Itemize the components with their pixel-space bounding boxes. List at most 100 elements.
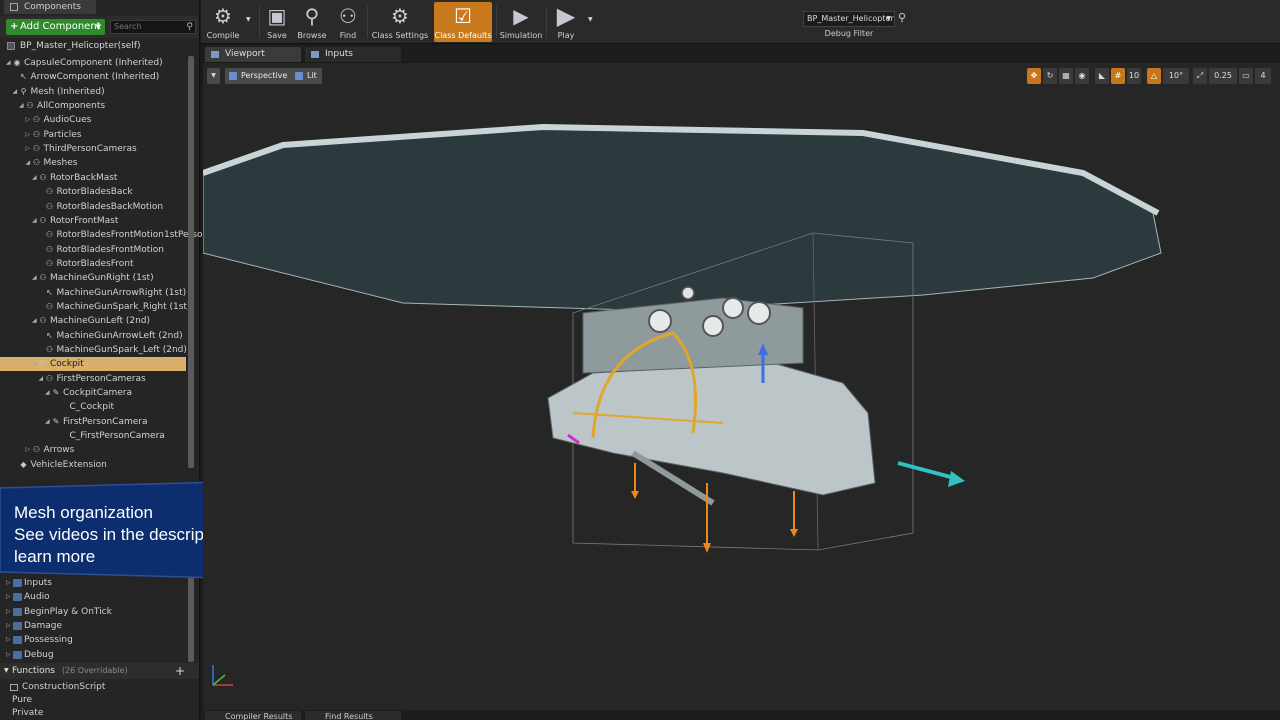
scale-tool-icon[interactable]: ▦ [1059, 68, 1073, 84]
browse-button[interactable]: ⚲ Browse [294, 2, 330, 42]
tree-item[interactable]: ↖ MachineGunArrowLeft (2nd) [0, 329, 186, 343]
collapsed-arrow-icon[interactable]: ▷ [6, 648, 11, 662]
expanded-arrow-icon[interactable]: ◢ [6, 56, 12, 70]
event-list-scrollbar[interactable] [188, 570, 194, 662]
find-button[interactable]: ⚇ Find [333, 2, 363, 42]
compile-options-button[interactable]: ▼ [244, 2, 256, 42]
expanded-arrow-icon[interactable]: ◢ [32, 357, 38, 371]
add-function-button[interactable]: + [175, 663, 185, 679]
tree-item[interactable]: ◢ ⚇ FirstPersonCameras [0, 372, 186, 386]
play-button[interactable]: ▶ Play [549, 2, 583, 42]
expanded-arrow-icon[interactable]: ◢ [45, 415, 51, 429]
camera-speed-icon[interactable]: ▭ [1239, 68, 1253, 84]
event-graph-item[interactable]: ▷ Damage [0, 619, 199, 633]
tree-item[interactable]: C_FirstPersonCamera [0, 429, 186, 443]
tree-item[interactable]: ⚇ RotorBladesFrontMotion1stPerson [0, 228, 208, 242]
tree-item[interactable]: ▷ ⚇ Arrows [0, 443, 186, 457]
tree-item[interactable]: ◢ ◉ CapsuleComponent (Inherited) [0, 56, 186, 70]
event-graph-item[interactable]: ▷ Audio [0, 590, 199, 604]
perspective-button[interactable]: Perspective [225, 68, 293, 84]
translate-tool-icon[interactable]: ✥ [1027, 68, 1041, 84]
self-component-row[interactable]: BP_Master_Helicopter(self) [0, 38, 199, 54]
camera-speed-value[interactable]: 4 [1255, 68, 1271, 84]
expanded-arrow-icon[interactable]: ◢ [32, 171, 38, 185]
expanded-arrow-icon[interactable]: ◢ [13, 85, 19, 99]
tree-item[interactable]: ◢ ✎ CockpitCamera [0, 386, 186, 400]
components-tab[interactable]: Components [4, 0, 96, 14]
tree-item[interactable]: ⚇ MachineGunSpark_Right (1st) [0, 300, 191, 314]
rotation-snap-icon[interactable]: △ [1147, 68, 1161, 84]
tree-item[interactable]: C_Cockpit [0, 400, 186, 414]
rotate-tool-icon[interactable]: ↻ [1043, 68, 1057, 84]
tree-item[interactable]: ⚇ RotorBladesFront [0, 257, 186, 271]
tree-item[interactable]: ⚇ RotorBladesFrontMotion [0, 243, 186, 257]
tab-viewport[interactable]: Viewport [205, 47, 301, 62]
tree-item[interactable]: ◢ ⚇ Cockpit [0, 357, 186, 372]
play-options-button[interactable]: ▼ [586, 2, 598, 42]
viewport[interactable]: ▼ Perspective Lit ✥ ↻ ▦ ◉ ◣ # 10 △ 10° ⤢… [203, 63, 1280, 710]
function-item[interactable]: Pure [0, 694, 199, 707]
collapsed-arrow-icon[interactable]: ▷ [6, 605, 11, 619]
tab-compiler-results[interactable]: Compiler Results [205, 711, 301, 720]
expanded-arrow-icon[interactable]: ◢ [19, 99, 25, 113]
event-graph-item[interactable]: ▷ BeginPlay & OnTick [0, 605, 199, 619]
function-item[interactable]: Private [0, 707, 199, 720]
viewport-options-button[interactable]: ▼ [207, 68, 220, 84]
expanded-arrow-icon[interactable]: ◢ [45, 386, 51, 400]
scale-snap-value[interactable]: 0.25 [1209, 68, 1237, 84]
tree-item[interactable]: ◢ ✎ FirstPersonCamera [0, 415, 186, 429]
tree-item[interactable]: ◢ ⚇ RotorBackMast [0, 171, 186, 185]
grid-snap-value[interactable]: 10 [1127, 68, 1141, 84]
debug-object-select[interactable]: BP_Master_Helicopter ▼ [803, 11, 895, 27]
event-graph-item[interactable]: ▷ Possessing [0, 633, 199, 647]
world-local-icon[interactable]: ◉ [1075, 68, 1089, 84]
lit-icon [295, 72, 303, 80]
surface-snap-icon[interactable]: ◣ [1095, 68, 1109, 84]
tab-inputs[interactable]: Inputs [305, 47, 401, 62]
functions-header[interactable]: ▼ Functions (26 Overridable) + [0, 663, 199, 679]
class-defaults-button[interactable]: ☑ Class Defaults [434, 2, 492, 42]
expanded-arrow-icon[interactable]: ◢ [32, 214, 38, 228]
rotation-snap-value[interactable]: 10° [1163, 68, 1189, 84]
collapsed-arrow-icon[interactable]: ▷ [6, 590, 11, 604]
component-search-input[interactable]: Search ⚲ [110, 20, 196, 34]
tree-item[interactable]: ↖ ArrowComponent (Inherited) [0, 70, 186, 84]
tree-item[interactable]: ◢ ⚇ RotorFrontMast [0, 214, 186, 228]
class-settings-button[interactable]: ⚙ Class Settings [370, 2, 430, 42]
tree-item[interactable]: ▷ ⚇ AudioCues [0, 113, 186, 127]
simulation-button[interactable]: ▶ Simulation [499, 2, 543, 42]
tree-item[interactable]: ⚇ RotorBladesBack [0, 185, 186, 199]
tree-item[interactable]: ▷ ⚇ Particles [0, 128, 186, 142]
tab-find-results[interactable]: Find Results [305, 711, 401, 720]
collapsed-arrow-icon[interactable]: ▷ [26, 443, 32, 457]
collapsed-arrow-icon[interactable]: ▷ [6, 633, 11, 647]
tree-item[interactable]: ◢ ⚇ AllComponents [0, 99, 186, 113]
tree-item[interactable]: ▷ ⚇ ThirdPersonCameras [0, 142, 186, 156]
compile-button[interactable]: ⚙ Compile [203, 2, 243, 42]
tree-item[interactable]: ⚇ RotorBladesBackMotion [0, 200, 186, 214]
tree-item[interactable]: ◢ ⚲ Mesh (Inherited) [0, 85, 186, 99]
debug-search-icon[interactable]: ⚲ [898, 11, 906, 24]
collapsed-arrow-icon[interactable]: ▷ [26, 128, 32, 142]
add-component-button[interactable]: + Add Component ▼ [6, 19, 105, 35]
lit-button[interactable]: Lit [291, 68, 322, 84]
save-button[interactable]: ▣ Save [262, 2, 292, 42]
tree-item[interactable]: ◆ VehicleExtension [0, 458, 186, 472]
function-item[interactable]: ConstructionScript [0, 681, 199, 694]
expanded-arrow-icon[interactable]: ◢ [26, 156, 32, 170]
collapsed-arrow-icon[interactable]: ▷ [6, 619, 11, 633]
tree-item[interactable]: ◢ ⚇ MachineGunLeft (2nd) [0, 314, 186, 328]
expanded-arrow-icon[interactable]: ◢ [32, 271, 38, 285]
collapsed-arrow-icon[interactable]: ▷ [26, 113, 32, 127]
tree-item[interactable]: ↖ MachineGunArrowRight (1st) [0, 286, 186, 300]
tree-item[interactable]: ◢ ⚇ Meshes [0, 156, 186, 170]
expanded-arrow-icon[interactable]: ◢ [39, 372, 45, 386]
scale-snap-icon[interactable]: ⤢ [1193, 68, 1207, 84]
tree-item[interactable]: ◢ ⚇ MachineGunRight (1st) [0, 271, 186, 285]
component-tree-scrollbar[interactable] [188, 56, 194, 468]
grid-snap-icon[interactable]: # [1111, 68, 1125, 84]
expanded-arrow-icon[interactable]: ◢ [32, 314, 38, 328]
event-graph-item[interactable]: ▷ Debug [0, 648, 199, 662]
collapsed-arrow-icon[interactable]: ▷ [26, 142, 32, 156]
tree-item[interactable]: ⚇ MachineGunSpark_Left (2nd) [0, 343, 187, 357]
